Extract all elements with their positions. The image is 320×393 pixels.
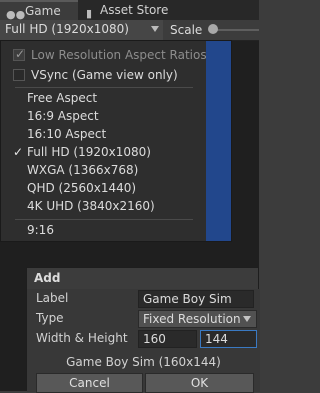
chevron-down-icon — [151, 26, 159, 32]
resolution-item[interactable]: QHD (2560x1440) — [1, 181, 207, 199]
resolution-item[interactable]: WXGA (1366x768) — [1, 163, 207, 181]
popup-divider — [15, 87, 193, 88]
resolution-popup: Low Resolution Aspect Ratios VSync (Game… — [0, 40, 232, 242]
resolution-item[interactable]: Free Aspect — [1, 91, 207, 109]
width-input[interactable]: 160 — [138, 330, 197, 348]
popup-side-bar — [206, 41, 231, 241]
low-resolution-toggle[interactable]: Low Resolution Aspect Ratios — [1, 45, 207, 65]
tab-asset-store-label: Asset Store — [100, 3, 169, 17]
resolution-value: Full HD (1920x1080) — [5, 22, 129, 36]
check-icon: ✓ — [13, 145, 24, 159]
resolution-item[interactable]: 16:10 Aspect — [1, 127, 207, 145]
resolution-item-label: 16:9 Aspect — [27, 109, 99, 123]
resolution-item-label: Full HD (1920x1080) — [27, 145, 151, 159]
label-field-label: Label — [36, 291, 69, 305]
cancel-button[interactable]: Cancel — [36, 373, 143, 393]
resolution-dropdown[interactable]: Full HD (1920x1080) — [0, 20, 163, 40]
low-res-checkbox[interactable] — [13, 47, 25, 61]
resolution-summary: Game Boy Sim (160x144) — [66, 355, 221, 369]
type-dropdown[interactable]: Fixed Resolution — [138, 310, 257, 328]
resolution-item[interactable]: ✓ Full HD (1920x1080) — [1, 145, 207, 163]
resolution-item-label: QHD (2560x1440) — [27, 181, 137, 195]
resolution-item[interactable]: 4K UHD (3840x2160) — [1, 199, 207, 217]
tab-asset-store[interactable]: ▮ Asset Store — [80, 0, 180, 20]
width-height-label: Width & Height — [36, 331, 128, 345]
scale-label: Scale — [170, 23, 203, 37]
scale-slider-knob[interactable] — [208, 24, 218, 34]
tab-game-label: Game — [25, 4, 61, 18]
resolution-item[interactable]: 9:16 — [1, 223, 207, 241]
type-field-label: Type — [36, 311, 64, 325]
ok-button[interactable]: OK — [145, 373, 254, 393]
vsync-checkbox[interactable] — [13, 69, 25, 81]
dialog-body: Label Game Boy Sim Type Fixed Resolution… — [27, 289, 260, 393]
vsync-toggle[interactable]: VSync (Game view only) — [1, 65, 207, 85]
resolution-item-label: 16:10 Aspect — [27, 127, 107, 141]
dialog-title: Add — [34, 271, 61, 285]
resolution-item-label: WXGA (1366x768) — [27, 163, 139, 177]
height-input[interactable]: 144 — [200, 330, 257, 348]
game-view-toolbar: Full HD (1920x1080) Scale — [0, 20, 259, 41]
type-value: Fixed Resolution — [143, 312, 241, 326]
vsync-label: VSync (Game view only) — [31, 68, 178, 82]
popup-divider — [15, 219, 193, 220]
resolution-item[interactable]: 16:9 Aspect — [1, 109, 207, 127]
resolution-item-label: 4K UHD (3840x2160) — [27, 199, 155, 213]
resolution-item-label: Free Aspect — [27, 91, 98, 105]
chevron-down-icon — [243, 316, 251, 322]
resolution-item-label: 9:16 — [27, 223, 54, 237]
low-res-label: Low Resolution Aspect Ratios — [31, 48, 207, 62]
label-input[interactable]: Game Boy Sim — [138, 290, 254, 308]
add-resolution-dialog: Add Label Game Boy Sim Type Fixed Resolu… — [26, 267, 260, 393]
tab-game[interactable]: ●● Game — [0, 0, 78, 21]
tab-bar: ●● Game ▮ Asset Store — [0, 0, 259, 21]
